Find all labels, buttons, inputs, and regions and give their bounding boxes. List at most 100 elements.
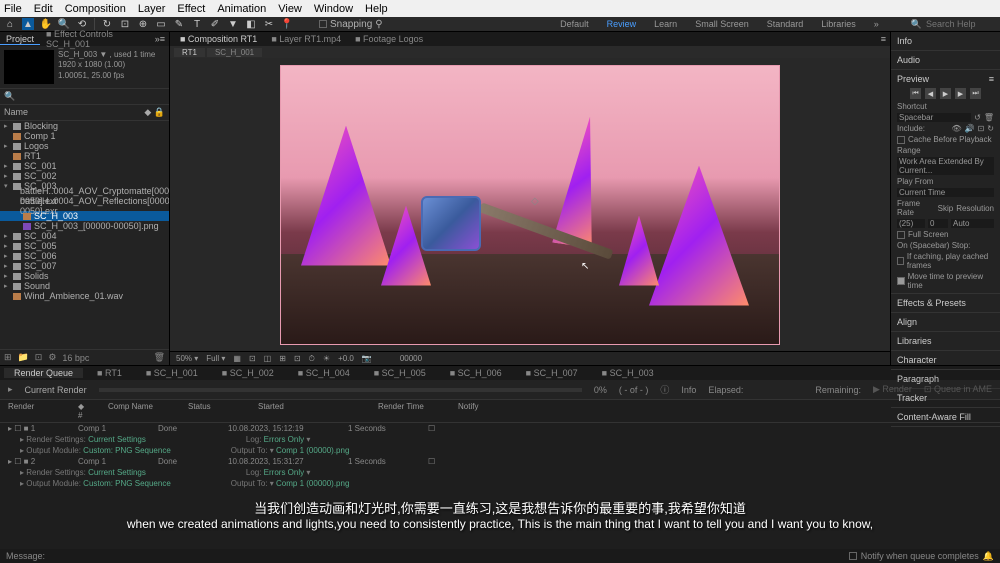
guides-icon[interactable]: ⊡ <box>294 354 301 363</box>
region-icon[interactable]: ◫ <box>264 354 272 363</box>
workspace-review[interactable]: Review <box>607 19 637 29</box>
tree-item[interactable]: ▸SC_002 <box>0 171 169 181</box>
tab-render-queue[interactable]: Render Queue <box>4 368 83 378</box>
th-status[interactable]: Status <box>188 402 238 420</box>
loop-icon[interactable]: ↻ <box>987 124 994 133</box>
tree-item[interactable]: ▸Solids <box>0 271 169 281</box>
exposure-icon[interactable]: ☀ <box>323 354 330 363</box>
mask-icon[interactable]: ⊡ <box>249 354 256 363</box>
menu-layer[interactable]: Layer <box>138 3 166 15</box>
comp-tab[interactable]: ■ Layer RT1.mp4 <box>265 34 347 44</box>
th-notify[interactable]: Notify <box>458 402 518 420</box>
panel-collapsed[interactable]: Libraries <box>897 334 994 348</box>
sub-tab[interactable]: RT1 <box>174 48 205 57</box>
th-comp[interactable]: Comp Name <box>108 402 168 420</box>
queue-ame-button[interactable]: ⊡ Queue in AME <box>924 384 992 395</box>
roto-tool-icon[interactable]: ✂ <box>263 18 275 30</box>
timecode-icon[interactable]: ⏱ <box>309 354 315 364</box>
home-icon[interactable]: ⌂ <box>4 18 16 30</box>
comp-tab[interactable]: ■ Composition RT1 <box>174 34 263 44</box>
comp-tab[interactable]: ■ Footage Logos <box>349 34 429 44</box>
play-icon[interactable]: ▶ <box>940 88 951 99</box>
bell-icon[interactable]: 🔔 <box>983 551 994 562</box>
workspace-more-icon[interactable]: » <box>874 19 879 29</box>
menu-window[interactable]: Window <box>314 3 353 15</box>
zoom-dropdown[interactable]: 50% ▾ <box>176 354 198 363</box>
range-select[interactable]: Work Area Extended By Current... <box>897 157 994 175</box>
snapping-checkbox[interactable] <box>319 20 327 28</box>
menu-composition[interactable]: Composition <box>65 3 126 15</box>
workspace-libraries[interactable]: Libraries <box>821 19 856 29</box>
transparency-grid-icon[interactable]: ▦ <box>233 354 241 363</box>
search-help-input[interactable] <box>926 19 996 29</box>
fps-select[interactable]: (25) <box>897 219 925 228</box>
workspace-small[interactable]: Small Screen <box>695 19 749 29</box>
brush-tool-icon[interactable]: ✐ <box>209 18 221 30</box>
reset-icon[interactable]: ↺ <box>974 113 981 122</box>
include-audio-icon[interactable]: 🔊 <box>965 124 975 133</box>
playfrom-select[interactable]: Current Time <box>897 188 994 197</box>
project-tree[interactable]: ▸BlockingComp 1▸LogosRT1▸SC_001▸SC_002▾S… <box>0 121 169 349</box>
panel-menu-icon[interactable]: ≡ <box>989 74 994 84</box>
composition-viewport[interactable]: ◇ ↖ <box>170 58 890 351</box>
timeline-tab[interactable]: ■ SC_H_006 <box>440 368 512 378</box>
tree-item[interactable]: battleH..0004_AOV_Reflections[0000-0050]… <box>0 201 169 211</box>
timeline-tab[interactable]: ■ SC_H_002 <box>212 368 284 378</box>
text-tool-icon[interactable]: T <box>191 18 203 30</box>
menu-effect[interactable]: Effect <box>177 3 205 15</box>
cache-before-checkbox[interactable] <box>897 136 905 144</box>
selection-tool-icon[interactable]: ▲ <box>22 18 34 30</box>
trash-icon[interactable]: 🗑 <box>984 113 994 122</box>
caching-play-checkbox[interactable] <box>897 257 904 265</box>
render-button[interactable]: ▶ Render <box>873 384 912 395</box>
tree-item[interactable]: ▸SC_006 <box>0 251 169 261</box>
tree-item[interactable]: ▸SC_005 <box>0 241 169 251</box>
timeline-tab[interactable]: ■ SC_H_003 <box>592 368 664 378</box>
eraser-tool-icon[interactable]: ◧ <box>245 18 257 30</box>
panel-collapsed[interactable]: Effects & Presets <box>897 296 994 310</box>
menu-view[interactable]: View <box>278 3 302 15</box>
timecode-display[interactable]: 00000 <box>400 354 422 363</box>
channel-icon[interactable]: ⊞ <box>279 354 286 363</box>
notify-complete-checkbox[interactable] <box>849 552 857 560</box>
move-time-checkbox[interactable] <box>897 277 905 285</box>
tree-item[interactable]: ▸SC_004 <box>0 231 169 241</box>
panel-menu-icon[interactable]: »≡ <box>155 34 169 44</box>
skip-select[interactable]: 0 <box>928 219 948 228</box>
trash-icon[interactable]: 🗑 <box>154 352 165 363</box>
timeline-tab[interactable]: ■ SC_H_004 <box>288 368 360 378</box>
include-video-icon[interactable]: 👁 <box>951 124 961 133</box>
panel-collapsed[interactable]: Content-Aware Fill <box>897 410 994 424</box>
search-icon[interactable]: 🔍 <box>4 91 15 102</box>
first-frame-icon[interactable]: ⏮ <box>910 88 921 99</box>
interpret-footage-icon[interactable]: ⊞ <box>4 352 12 363</box>
column-name[interactable]: Name <box>4 107 28 118</box>
column-type-icon[interactable]: ◆ 🔒 <box>144 107 165 118</box>
timeline-tab[interactable]: ■ SC_H_007 <box>516 368 588 378</box>
new-folder-icon[interactable]: 📁 <box>18 352 29 363</box>
timeline-tab[interactable]: ■ RT1 <box>87 368 132 378</box>
prev-frame-icon[interactable]: ◀ <box>925 88 936 99</box>
timeline-tab[interactable]: ■ SC_H_001 <box>136 368 208 378</box>
render-item[interactable]: ▸ ☐ ■ 1Comp 1Done10.08.2023, 15:12:191 S… <box>0 423 1000 434</box>
progress-info-icon[interactable]: ⓘ <box>660 383 669 396</box>
bpc-label[interactable]: 16 bpc <box>62 353 89 363</box>
current-render-arrow-icon[interactable]: ▸ <box>8 384 13 395</box>
tree-item[interactable]: ▸Logos <box>0 141 169 151</box>
th-num[interactable]: ◆ # <box>78 402 88 420</box>
res-select[interactable]: Auto <box>951 219 994 228</box>
pen-tool-icon[interactable]: ✎ <box>173 18 185 30</box>
resolution-dropdown[interactable]: Full ▾ <box>206 354 225 363</box>
puppet-tool-icon[interactable]: 📍 <box>281 18 293 30</box>
th-rtime[interactable]: Render Time <box>378 402 438 420</box>
tree-item[interactable]: Comp 1 <box>0 131 169 141</box>
snapshot-icon[interactable]: 📷 <box>362 354 372 363</box>
tree-item[interactable]: ▸Sound <box>0 281 169 291</box>
exposure-value[interactable]: +0.0 <box>338 354 354 363</box>
workspace-default[interactable]: Default <box>560 19 589 29</box>
next-frame-icon[interactable]: ▶ <box>955 88 966 99</box>
stamp-tool-icon[interactable]: ▼ <box>227 18 239 30</box>
timeline-tab[interactable]: ■ SC_H_005 <box>364 368 436 378</box>
render-item[interactable]: ▸ ☐ ■ 2Comp 1Done10.08.2023, 15:31:271 S… <box>0 456 1000 467</box>
shortcut-select[interactable]: Spacebar <box>897 113 971 122</box>
